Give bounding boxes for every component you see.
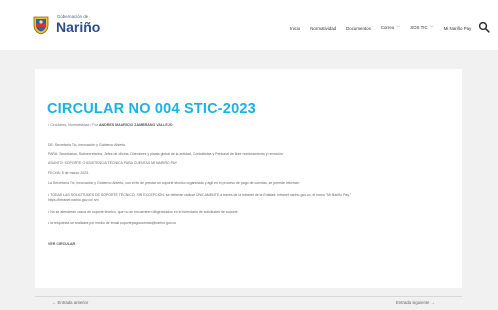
memo-date: FECHA: 8 de marzo 2023.	[48, 171, 90, 175]
memo-from: DE: Secretaría Tic, Innovación y Gobiern…	[48, 143, 127, 147]
nav-item-normatividad[interactable]: Normatividad	[310, 26, 336, 31]
chevron-down-icon: ﹀	[429, 25, 434, 30]
article-meta: / Circulares, Normatividad / Por ANDRES …	[48, 123, 173, 127]
article-title: CIRCULAR NO 004 STIC-2023	[47, 101, 256, 117]
view-circular-link[interactable]: VER CIRCULAR	[48, 242, 75, 246]
memo-subject: ASUNTO: SOPORTE O ASISTENCIA TÉCNICA PAR…	[48, 161, 178, 165]
memo-intro: La Secretaría Tic, Innovación y Gobierno…	[48, 181, 300, 185]
nav-item-correo[interactable]: Correo ﹀	[381, 25, 400, 31]
article-categories[interactable]: / Circulares, Normatividad / Por	[48, 123, 98, 127]
main-nav: Inicio Normatividad Documentos Correo ﹀ S…	[290, 24, 481, 32]
chevron-down-icon: ﹀	[396, 25, 401, 30]
coat-of-arms-logo[interactable]	[32, 15, 50, 35]
memo-bullet-2: • No se atenderán casos de soporte técni…	[48, 210, 239, 214]
divider	[35, 296, 462, 297]
article-author[interactable]: ANDRES MAURICIO ZAMBRANO VALLEJO	[99, 123, 173, 127]
previous-post-link[interactable]: ← Entrada anterior	[52, 300, 88, 305]
nav-item-mi-narino-pay[interactable]: Mi Nariño Pay	[444, 26, 472, 31]
memo-bullet-3: • la respuesta se realizara por medio de…	[48, 221, 177, 225]
memo-to: PARA: Secretarios, Subsecretarios, Jefes…	[48, 152, 283, 156]
nav-item-inicio[interactable]: Inicio	[290, 26, 300, 31]
nav-item-documentos[interactable]: Documentos	[346, 26, 371, 31]
intranet-link[interactable]: https://intranet.narino.gov.co/ sm	[48, 198, 99, 203]
site-header: Gobernación de Nariño Inicio Normativida…	[0, 0, 498, 50]
brand-title[interactable]: Nariño	[56, 19, 100, 35]
nav-item-sos-tic[interactable]: SOS TIC ﹀	[410, 25, 434, 31]
search-icon[interactable]	[478, 21, 490, 33]
next-post-link[interactable]: Entrada siguiente →	[396, 300, 435, 305]
